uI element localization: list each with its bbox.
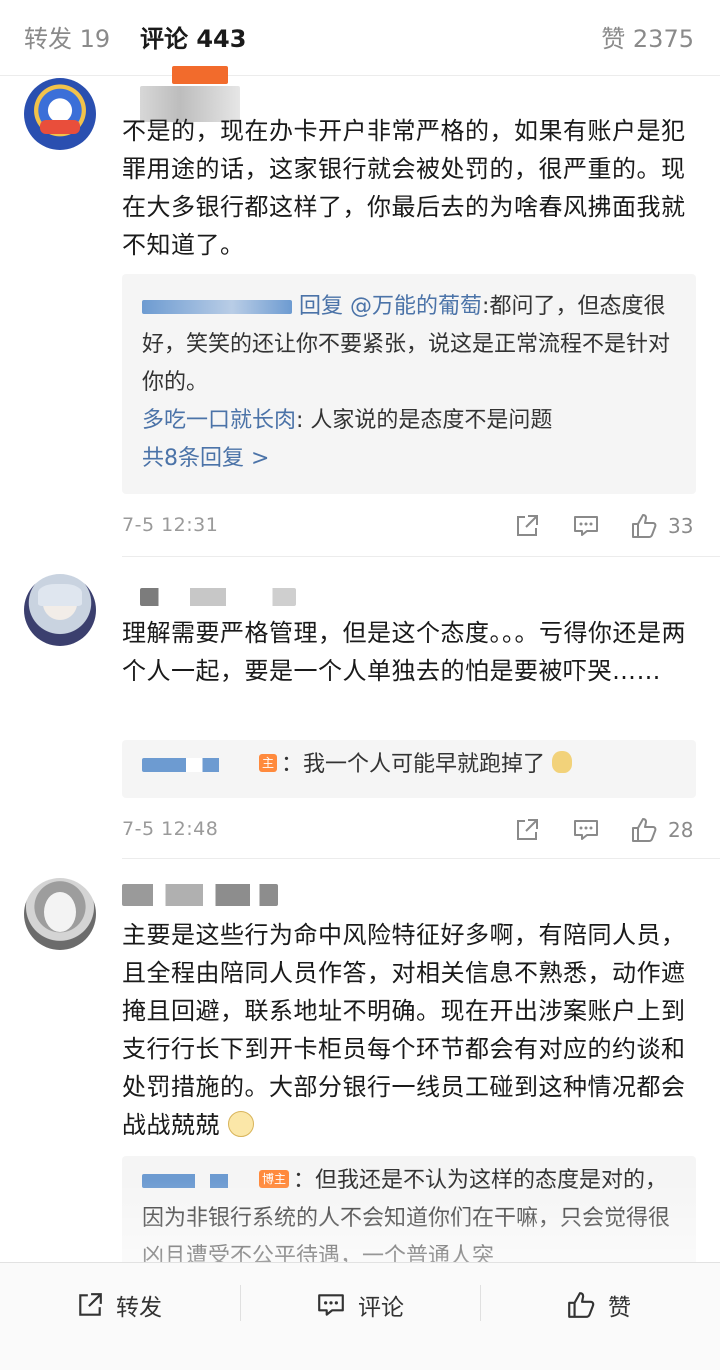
comment-text: 不是的，现在办卡开户非常严格的，如果有账户是犯罪用途的话，这家银行就会被处罚的，… [122,117,686,259]
like-button[interactable]: 33 [630,508,693,544]
reply-box[interactable]: 回复 @万能的葡萄:都问了，但态度很好，笑笑的还让你不要紧张，说这是正常流程不是… [122,274,696,494]
like-label: 赞 [608,1295,631,1321]
reply-item: 多吃一口就长肉: 人家说的是态度不是问题 [142,402,676,440]
bottom-action-bar: 转发 评论 赞 [0,1262,720,1370]
comment-label: 评论 [358,1295,404,1321]
reply-username-redacted[interactable] [142,1174,252,1188]
reply-prefix: 回复 [299,294,344,319]
reply-item: 博主 ：但我还是不认为这样的态度是对的，因为非银行系统的人不会知道你们在干嘛，只会… [142,1168,670,1269]
comment-icon [574,820,598,840]
comment-time: 7-5 12:31 [122,514,219,536]
comment-icon [574,516,598,536]
thumbs-up-icon [632,818,657,842]
tab-likes[interactable]: 赞 2375 [601,22,694,56]
comment-button[interactable]: 评论 [316,1285,404,1325]
repost-button[interactable]: 转发 [76,1285,162,1325]
like-button[interactable]: 28 [630,812,693,848]
like-count: 28 [668,818,694,842]
reply-item: 回复 @万能的葡萄:都问了，但态度很好，笑笑的还让你不要紧张，说这是正常流程不是… [142,288,676,402]
username-redacted[interactable] [140,588,296,606]
nervous-emoji-icon [228,1111,255,1137]
repost-label: 转发 [116,1295,162,1321]
share-icon [517,819,538,840]
thumbs-up-icon [632,514,657,538]
avatar[interactable] [24,78,96,150]
reply-username-redacted[interactable] [142,758,252,772]
host-badge: 博主 [259,1170,290,1188]
username-redacted[interactable] [122,884,278,906]
reply-box[interactable]: 主：我一个人可能早就跑掉了 [122,740,696,798]
thumbs-up-icon [568,1292,595,1318]
reply-button[interactable] [572,812,600,848]
tab-comments[interactable]: 评论 443 [140,22,246,56]
divider [480,1285,481,1321]
host-badge: 主 [259,754,278,772]
comment-meta: 7-5 12:48 28 [122,812,696,848]
comment-text-content: 主要是这些行为命中风险特征好多啊，有陪同人员，且全程由陪同人员作答，对相关信息不… [122,921,686,1139]
reply-box[interactable]: 博主 ：但我还是不认为这样的态度是对的，因为非银行系统的人不会知道你们在干嘛，只会… [122,1156,696,1276]
comment-item: 不是的，现在办卡开户非常严格的，如果有账户是犯罪用途的话，这家银行就会被处罚的，… [0,66,720,558]
share-icon [79,1293,102,1316]
username-redacted-accent [172,66,228,84]
divider [122,556,720,557]
reply-username[interactable]: 多吃一口就长肉 [142,408,296,433]
reply-text: ：我一个人可能早就跑掉了 [281,752,546,777]
comment-item: 主要是这些行为命中风险特征好多啊，有陪同人员，且全程由陪同人员作答，对相关信息不… [0,860,720,1276]
like-count: 33 [668,514,694,538]
comment-text: 理解需要严格管理，但是这个态度。。。亏得你还是两个人一起，要是一个人单独去的怕是… [122,619,686,685]
share-icon [517,515,538,536]
tab-repost[interactable]: 转发 19 [24,22,110,56]
comment-tabs: 转发 19 评论 443 赞 2375 [0,0,720,76]
comment-icon [318,1294,344,1316]
divider [122,858,720,859]
share-button[interactable] [514,508,540,544]
reply-text: : 人家说的是态度不是问题 [296,408,553,433]
reply-button[interactable] [572,508,600,544]
divider [240,1285,241,1321]
more-replies-link[interactable]: 共8条回复 > [142,440,676,478]
reply-item: 主：我一个人可能早就跑掉了 [142,746,676,784]
reply-mention[interactable]: @万能的葡萄 [350,294,482,319]
comment-item: 理解需要严格管理，但是这个态度。。。亏得你还是两个人一起，要是一个人单独去的怕是… [0,558,720,858]
reply-username-redacted[interactable] [142,300,292,314]
avatar[interactable] [24,574,96,646]
comment-time: 7-5 12:48 [122,818,219,840]
like-button[interactable]: 赞 [566,1285,631,1325]
crying-emoji-icon [552,751,573,773]
comment-text: 主要是这些行为命中风险特征好多啊，有陪同人员，且全程由陪同人员作答，对相关信息不… [122,916,692,1144]
avatar[interactable] [24,878,96,950]
comment-meta: 7-5 12:31 33 [122,508,696,544]
share-button[interactable] [514,812,540,848]
